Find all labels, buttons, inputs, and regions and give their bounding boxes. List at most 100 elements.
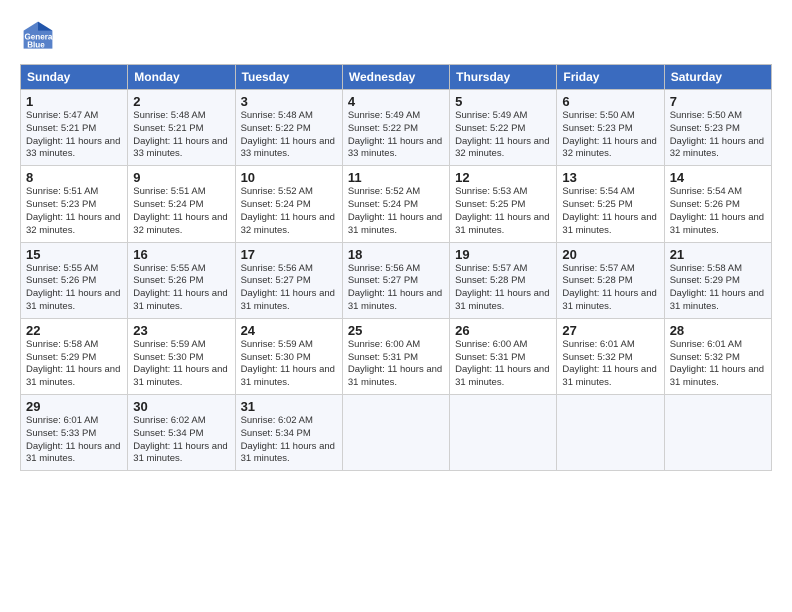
day-info: Sunrise: 5:59 AM Sunset: 5:30 PM Dayligh… [241,339,337,390]
calendar-cell: 28 Sunrise: 6:01 AM Sunset: 5:32 PM Dayl… [664,318,771,394]
day-info: Sunrise: 6:02 AM Sunset: 5:34 PM Dayligh… [133,415,229,466]
day-number: 31 [241,399,337,414]
day-number: 9 [133,170,229,185]
day-number: 8 [26,170,122,185]
calendar-cell: 18 Sunrise: 5:56 AM Sunset: 5:27 PM Dayl… [342,242,449,318]
day-number: 14 [670,170,766,185]
day-info: Sunrise: 5:54 AM Sunset: 5:25 PM Dayligh… [562,186,658,237]
calendar-cell: 30 Sunrise: 6:02 AM Sunset: 5:34 PM Dayl… [128,395,235,471]
calendar-cell: 7 Sunrise: 5:50 AM Sunset: 5:23 PM Dayli… [664,90,771,166]
header-day: Tuesday [235,65,342,90]
calendar-cell: 21 Sunrise: 5:58 AM Sunset: 5:29 PM Dayl… [664,242,771,318]
calendar-cell [557,395,664,471]
day-info: Sunrise: 6:00 AM Sunset: 5:31 PM Dayligh… [348,339,444,390]
day-info: Sunrise: 5:53 AM Sunset: 5:25 PM Dayligh… [455,186,551,237]
day-info: Sunrise: 5:55 AM Sunset: 5:26 PM Dayligh… [26,263,122,314]
day-info: Sunrise: 5:50 AM Sunset: 5:23 PM Dayligh… [670,110,766,161]
calendar-cell: 27 Sunrise: 6:01 AM Sunset: 5:32 PM Dayl… [557,318,664,394]
calendar-cell: 17 Sunrise: 5:56 AM Sunset: 5:27 PM Dayl… [235,242,342,318]
calendar-cell: 12 Sunrise: 5:53 AM Sunset: 5:25 PM Dayl… [450,166,557,242]
logo-icon: General Blue [20,18,56,54]
day-info: Sunrise: 5:59 AM Sunset: 5:30 PM Dayligh… [133,339,229,390]
day-info: Sunrise: 5:47 AM Sunset: 5:21 PM Dayligh… [26,110,122,161]
day-number: 29 [26,399,122,414]
calendar-cell: 9 Sunrise: 5:51 AM Sunset: 5:24 PM Dayli… [128,166,235,242]
calendar-week-row: 15 Sunrise: 5:55 AM Sunset: 5:26 PM Dayl… [21,242,772,318]
day-info: Sunrise: 5:49 AM Sunset: 5:22 PM Dayligh… [455,110,551,161]
calendar-cell [450,395,557,471]
header-day: Monday [128,65,235,90]
header-row: SundayMondayTuesdayWednesdayThursdayFrid… [21,65,772,90]
calendar-cell: 8 Sunrise: 5:51 AM Sunset: 5:23 PM Dayli… [21,166,128,242]
page: General Blue SundayMondayTuesdayWednesda… [0,0,792,612]
calendar-cell: 10 Sunrise: 5:52 AM Sunset: 5:24 PM Dayl… [235,166,342,242]
calendar-cell: 3 Sunrise: 5:48 AM Sunset: 5:22 PM Dayli… [235,90,342,166]
header-day: Sunday [21,65,128,90]
day-number: 30 [133,399,229,414]
day-info: Sunrise: 6:00 AM Sunset: 5:31 PM Dayligh… [455,339,551,390]
day-number: 4 [348,94,444,109]
header-day: Thursday [450,65,557,90]
day-number: 13 [562,170,658,185]
day-number: 17 [241,247,337,262]
svg-text:Blue: Blue [27,41,45,50]
day-info: Sunrise: 5:56 AM Sunset: 5:27 PM Dayligh… [348,263,444,314]
day-info: Sunrise: 5:51 AM Sunset: 5:24 PM Dayligh… [133,186,229,237]
calendar-cell: 25 Sunrise: 6:00 AM Sunset: 5:31 PM Dayl… [342,318,449,394]
day-info: Sunrise: 6:01 AM Sunset: 5:32 PM Dayligh… [562,339,658,390]
day-info: Sunrise: 5:51 AM Sunset: 5:23 PM Dayligh… [26,186,122,237]
day-number: 24 [241,323,337,338]
calendar-cell: 20 Sunrise: 5:57 AM Sunset: 5:28 PM Dayl… [557,242,664,318]
calendar-week-row: 22 Sunrise: 5:58 AM Sunset: 5:29 PM Dayl… [21,318,772,394]
day-number: 25 [348,323,444,338]
calendar-cell: 6 Sunrise: 5:50 AM Sunset: 5:23 PM Dayli… [557,90,664,166]
day-number: 7 [670,94,766,109]
calendar-cell: 22 Sunrise: 5:58 AM Sunset: 5:29 PM Dayl… [21,318,128,394]
day-number: 16 [133,247,229,262]
day-info: Sunrise: 6:01 AM Sunset: 5:33 PM Dayligh… [26,415,122,466]
day-number: 5 [455,94,551,109]
day-info: Sunrise: 5:52 AM Sunset: 5:24 PM Dayligh… [241,186,337,237]
calendar-cell: 11 Sunrise: 5:52 AM Sunset: 5:24 PM Dayl… [342,166,449,242]
day-number: 6 [562,94,658,109]
day-number: 1 [26,94,122,109]
header-day: Friday [557,65,664,90]
day-info: Sunrise: 5:55 AM Sunset: 5:26 PM Dayligh… [133,263,229,314]
calendar-cell: 24 Sunrise: 5:59 AM Sunset: 5:30 PM Dayl… [235,318,342,394]
day-info: Sunrise: 6:01 AM Sunset: 5:32 PM Dayligh… [670,339,766,390]
day-number: 12 [455,170,551,185]
day-number: 28 [670,323,766,338]
day-number: 22 [26,323,122,338]
header-day: Wednesday [342,65,449,90]
day-number: 20 [562,247,658,262]
calendar-cell: 26 Sunrise: 6:00 AM Sunset: 5:31 PM Dayl… [450,318,557,394]
day-number: 27 [562,323,658,338]
day-info: Sunrise: 5:58 AM Sunset: 5:29 PM Dayligh… [670,263,766,314]
header-day: Saturday [664,65,771,90]
calendar-cell: 13 Sunrise: 5:54 AM Sunset: 5:25 PM Dayl… [557,166,664,242]
calendar-cell: 19 Sunrise: 5:57 AM Sunset: 5:28 PM Dayl… [450,242,557,318]
day-info: Sunrise: 5:50 AM Sunset: 5:23 PM Dayligh… [562,110,658,161]
calendar-cell: 16 Sunrise: 5:55 AM Sunset: 5:26 PM Dayl… [128,242,235,318]
calendar-cell [342,395,449,471]
day-number: 23 [133,323,229,338]
day-number: 21 [670,247,766,262]
calendar-table: SundayMondayTuesdayWednesdayThursdayFrid… [20,64,772,471]
day-info: Sunrise: 5:54 AM Sunset: 5:26 PM Dayligh… [670,186,766,237]
day-number: 18 [348,247,444,262]
calendar-cell: 5 Sunrise: 5:49 AM Sunset: 5:22 PM Dayli… [450,90,557,166]
calendar-cell: 1 Sunrise: 5:47 AM Sunset: 5:21 PM Dayli… [21,90,128,166]
day-info: Sunrise: 5:57 AM Sunset: 5:28 PM Dayligh… [562,263,658,314]
day-number: 26 [455,323,551,338]
day-info: Sunrise: 5:49 AM Sunset: 5:22 PM Dayligh… [348,110,444,161]
day-info: Sunrise: 5:48 AM Sunset: 5:22 PM Dayligh… [241,110,337,161]
calendar-body: 1 Sunrise: 5:47 AM Sunset: 5:21 PM Dayli… [21,90,772,471]
day-number: 3 [241,94,337,109]
day-info: Sunrise: 5:52 AM Sunset: 5:24 PM Dayligh… [348,186,444,237]
day-info: Sunrise: 5:57 AM Sunset: 5:28 PM Dayligh… [455,263,551,314]
calendar-cell: 4 Sunrise: 5:49 AM Sunset: 5:22 PM Dayli… [342,90,449,166]
calendar-cell [664,395,771,471]
calendar-cell: 15 Sunrise: 5:55 AM Sunset: 5:26 PM Dayl… [21,242,128,318]
calendar-week-row: 29 Sunrise: 6:01 AM Sunset: 5:33 PM Dayl… [21,395,772,471]
logo: General Blue [20,18,60,54]
